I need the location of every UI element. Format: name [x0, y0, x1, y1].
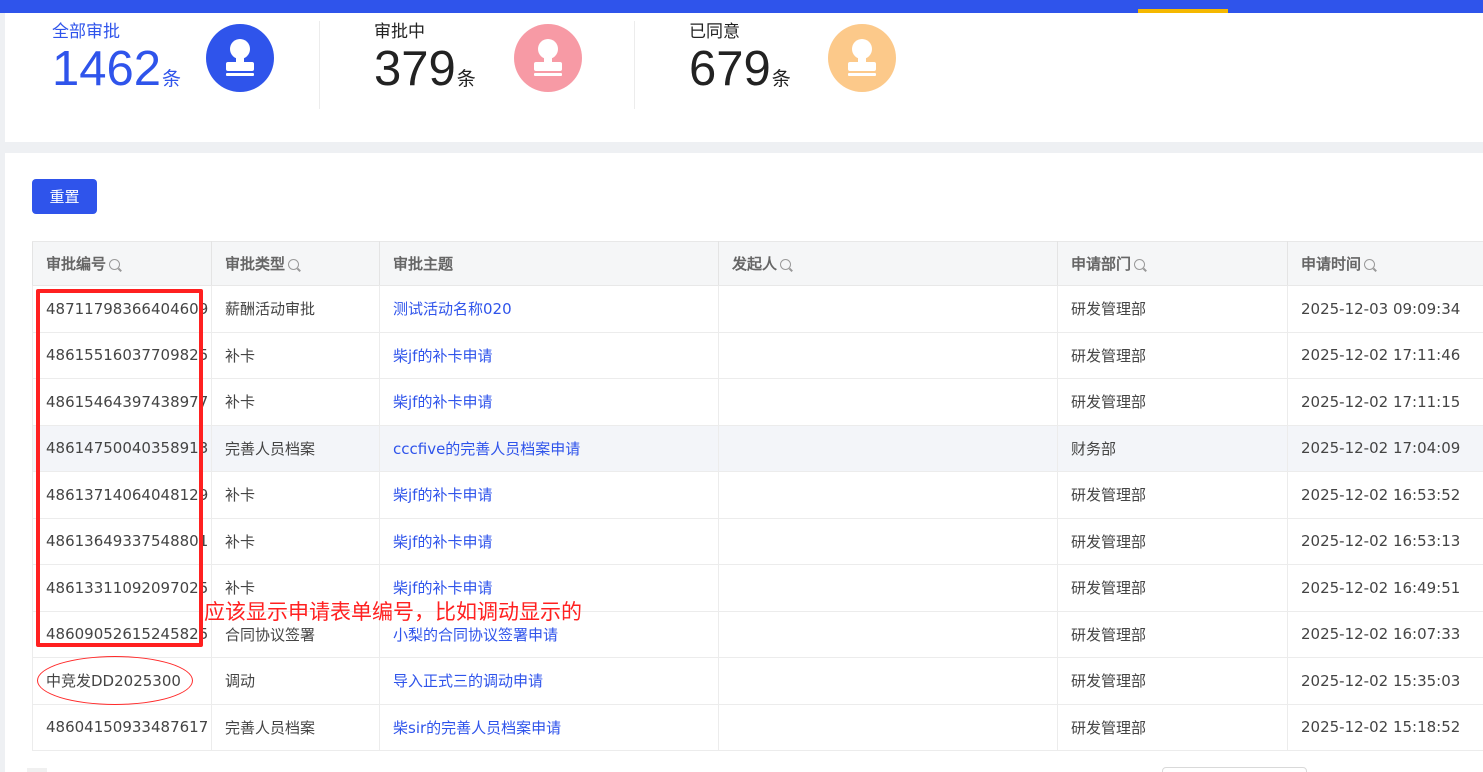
cell-initiator — [718, 425, 1058, 472]
stat-value: 379条 — [374, 42, 476, 96]
table-row[interactable]: 48604150933487617 完善人员档案 柴sir的完善人员档案申请 研… — [32, 704, 1483, 751]
cell-dept: 研发管理部 — [1057, 285, 1288, 333]
cell-initiator — [718, 611, 1058, 658]
approval-table: 审批编号 审批类型 审批主题 发起人 申请部门 申请时间 48711798366… — [32, 241, 1483, 751]
cell-initiator — [718, 657, 1058, 705]
cell-subject-link[interactable]: 柴jf的补卡申请 — [379, 332, 719, 379]
table-row[interactable]: 中竞发DD2025300 调动 导入正式三的调动申请 研发管理部 2025-12… — [32, 657, 1483, 705]
stat-approved[interactable]: 已同意 679条 — [635, 13, 949, 109]
column-header-dept[interactable]: 申请部门 — [1057, 241, 1288, 286]
column-header-subject: 审批主题 — [379, 241, 719, 286]
cell-subject-link[interactable]: 测试活动名称020 — [379, 285, 719, 333]
cell-subject-link[interactable]: 导入正式三的调动申请 — [379, 657, 719, 705]
column-header-id[interactable]: 审批编号 — [32, 241, 212, 286]
cell-dept: 研发管理部 — [1057, 471, 1288, 519]
cell-subject-link[interactable]: 柴jf的补卡申请 — [379, 471, 719, 519]
cell-initiator — [718, 471, 1058, 519]
stamp-icon — [828, 24, 896, 92]
table-row[interactable]: 48615464397438977 补卡 柴jf的补卡申请 研发管理部 2025… — [32, 378, 1483, 426]
cell-time: 2025-12-02 15:18:52 — [1287, 704, 1483, 751]
column-header-initiator[interactable]: 发起人 — [718, 241, 1058, 286]
main-panel: 重置 审批编号 审批类型 审批主题 发起人 申请部门 申请时间 48711798… — [5, 153, 1483, 772]
search-icon[interactable] — [780, 259, 792, 270]
annotation-note: 应该显示申请表单编号，比如调动显示的 — [204, 600, 582, 624]
stamp-icon — [514, 24, 582, 92]
cell-initiator — [718, 378, 1058, 426]
stamp-icon — [206, 24, 274, 92]
cell-initiator — [718, 564, 1058, 612]
cell-type: 补卡 — [211, 332, 380, 379]
cell-type: 补卡 — [211, 378, 380, 426]
column-header-time[interactable]: 申请时间 — [1287, 241, 1483, 286]
table-row[interactable]: 48613649337548801 补卡 柴jf的补卡申请 研发管理部 2025… — [32, 518, 1483, 565]
cell-type: 补卡 — [211, 471, 380, 519]
cell-initiator — [718, 332, 1058, 379]
search-icon[interactable] — [288, 259, 300, 270]
pagination-control[interactable] — [1162, 767, 1307, 772]
annotation-highlight-box — [36, 289, 203, 647]
table-header-row: 审批编号 审批类型 审批主题 发起人 申请部门 申请时间 — [32, 241, 1483, 286]
table-row[interactable]: 48711798366404609 薪酬活动审批 测试活动名称020 研发管理部… — [32, 285, 1483, 333]
search-icon[interactable] — [109, 259, 121, 270]
reset-button[interactable]: 重置 — [32, 179, 97, 214]
column-header-type[interactable]: 审批类型 — [211, 241, 380, 286]
cell-dept: 研发管理部 — [1057, 657, 1288, 705]
stat-value: 1462条 — [52, 42, 182, 96]
table-row[interactable]: 48613714064048129 补卡 柴jf的补卡申请 研发管理部 2025… — [32, 471, 1483, 519]
table-row-hovered[interactable]: 48614750040358913 完善人员档案 cccfive的完善人员档案申… — [32, 425, 1483, 472]
cell-dept: 研发管理部 — [1057, 564, 1288, 612]
cell-time: 2025-12-02 17:11:46 — [1287, 332, 1483, 379]
cell-dept: 研发管理部 — [1057, 611, 1288, 658]
stat-in-progress[interactable]: 审批中 379条 — [320, 13, 634, 109]
cell-dept: 研发管理部 — [1057, 378, 1288, 426]
search-icon[interactable] — [1364, 259, 1376, 270]
cell-time: 2025-12-02 16:07:33 — [1287, 611, 1483, 658]
top-nav-bar — [0, 0, 1483, 13]
cell-time: 2025-12-02 16:53:52 — [1287, 471, 1483, 519]
table-row[interactable]: 48615516037709825 补卡 柴jf的补卡申请 研发管理部 2025… — [32, 332, 1483, 379]
cell-subject-link[interactable]: 柴jf的补卡申请 — [379, 378, 719, 426]
annotation-ellipse — [37, 656, 193, 705]
cell-dept: 财务部 — [1057, 425, 1288, 472]
cell-initiator — [718, 285, 1058, 333]
cell-initiator — [718, 704, 1058, 751]
cell-type: 薪酬活动审批 — [211, 285, 380, 333]
stat-all-approvals[interactable]: 全部审批 1462条 — [5, 13, 319, 109]
cell-type: 完善人员档案 — [211, 704, 380, 751]
cell-type: 补卡 — [211, 518, 380, 565]
cell-id: 48604150933487617 — [32, 704, 212, 751]
stat-value: 679条 — [689, 42, 791, 96]
cell-dept: 研发管理部 — [1057, 332, 1288, 379]
search-icon[interactable] — [1134, 259, 1146, 270]
cell-time: 2025-12-02 16:53:13 — [1287, 518, 1483, 565]
cell-time: 2025-12-03 09:09:34 — [1287, 285, 1483, 333]
pagination-left — [27, 768, 47, 772]
cell-type: 调动 — [211, 657, 380, 705]
cell-dept: 研发管理部 — [1057, 704, 1288, 751]
cell-dept: 研发管理部 — [1057, 518, 1288, 565]
cell-time: 2025-12-02 15:35:03 — [1287, 657, 1483, 705]
cell-subject-link[interactable]: cccfive的完善人员档案申请 — [379, 425, 719, 472]
cell-subject-link[interactable]: 柴sir的完善人员档案申请 — [379, 704, 719, 751]
cell-time: 2025-12-02 17:04:09 — [1287, 425, 1483, 472]
cell-type: 完善人员档案 — [211, 425, 380, 472]
cell-time: 2025-12-02 17:11:15 — [1287, 378, 1483, 426]
cell-time: 2025-12-02 16:49:51 — [1287, 564, 1483, 612]
cell-subject-link[interactable]: 柴jf的补卡申请 — [379, 518, 719, 565]
cell-initiator — [718, 518, 1058, 565]
stats-panel: 全部审批 1462条 审批中 379条 已同意 679条 — [5, 13, 1483, 142]
